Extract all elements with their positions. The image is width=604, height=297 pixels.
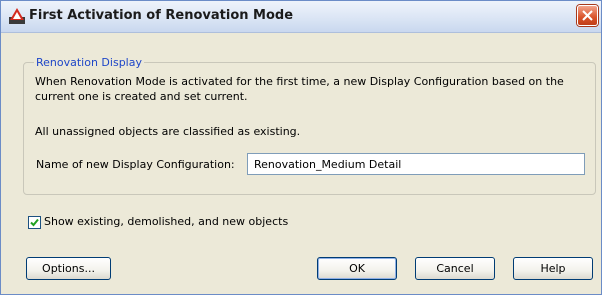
show-objects-label[interactable]: Show existing, demolished, and new objec… bbox=[44, 215, 288, 228]
checkmark-icon bbox=[30, 218, 39, 227]
display-config-name-input[interactable] bbox=[247, 153, 585, 175]
description-text: When Renovation Mode is activated for th… bbox=[35, 75, 564, 103]
show-objects-checkbox[interactable] bbox=[28, 216, 41, 229]
window-title: First Activation of Renovation Mode bbox=[29, 8, 294, 23]
cancel-button[interactable]: Cancel bbox=[415, 257, 495, 280]
display-config-name-label: Name of new Display Configuration: bbox=[36, 158, 235, 171]
unassigned-note: All unassigned objects are classified as… bbox=[35, 125, 301, 138]
options-button[interactable]: Options... bbox=[26, 257, 111, 280]
ok-button[interactable]: OK bbox=[317, 257, 397, 280]
close-icon bbox=[582, 10, 593, 21]
group-legend: Renovation Display bbox=[34, 56, 144, 69]
close-button[interactable] bbox=[577, 5, 598, 26]
help-button[interactable]: Help bbox=[513, 257, 593, 280]
autodesk-app-icon bbox=[9, 8, 25, 24]
title-bar[interactable]: First Activation of Renovation Mode bbox=[1, 1, 601, 33]
dialog-window: First Activation of Renovation Mode Reno… bbox=[0, 0, 602, 295]
